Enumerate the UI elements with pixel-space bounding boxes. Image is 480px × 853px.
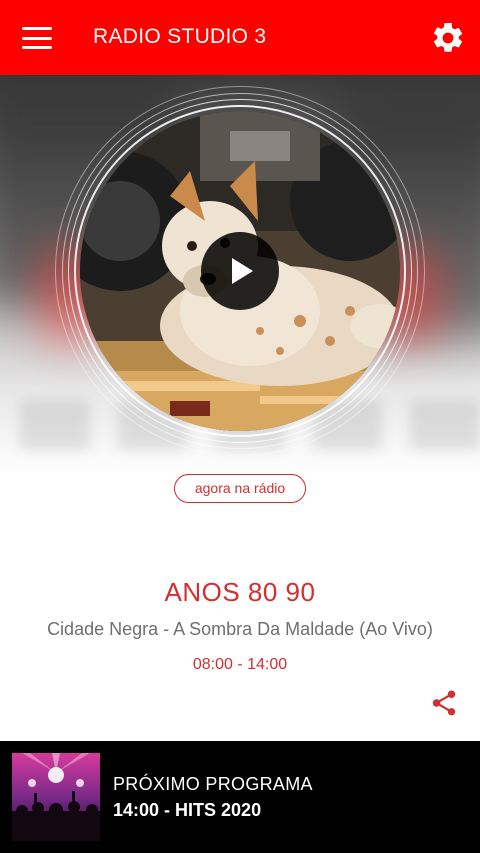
program-time-range: 08:00 - 14:00 — [192, 656, 288, 673]
settings-button[interactable] — [430, 20, 466, 56]
app-bar: RADIO STUDIO 3 — [0, 0, 480, 75]
share-icon — [432, 690, 456, 716]
menu-button[interactable] — [22, 27, 52, 49]
now-playing-badge: agora na rádio — [174, 474, 306, 503]
next-program-bar[interactable]: PRÓXIMO PROGRAMA 14:00 - HITS 2020 — [0, 741, 480, 853]
next-program-label: PRÓXIMO PROGRAMA — [113, 774, 313, 794]
app-title: RADIO STUDIO 3 — [93, 25, 267, 48]
next-program-title: 14:00 - HITS 2020 — [113, 800, 262, 820]
share-button[interactable] — [429, 688, 459, 718]
gear-icon — [433, 22, 463, 52]
hamburger-menu-icon — [22, 27, 52, 30]
track-name: Cidade Negra - A Sombra Da Maldade (Ao V… — [47, 619, 433, 639]
program-name: ANOS 80 90 — [164, 577, 316, 607]
play-icon — [232, 258, 253, 284]
concert-thumbnail — [12, 753, 100, 841]
play-button[interactable] — [201, 232, 279, 310]
